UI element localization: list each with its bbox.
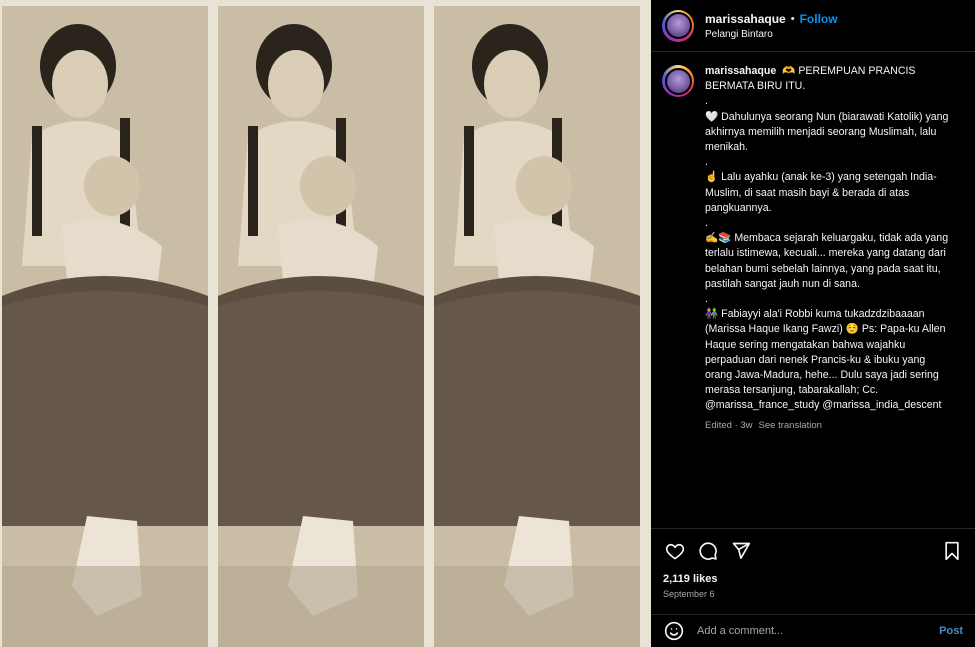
caption-body: marissahaque 🫶 PEREMPUAN PRANCIS BERMATA… bbox=[705, 64, 953, 530]
photo-panel-left bbox=[2, 6, 208, 647]
caption-line: ☝️ Lalu ayahku (anak ke-3) yang setengah… bbox=[705, 171, 937, 214]
avatar[interactable] bbox=[662, 9, 694, 42]
post-actions: 2,119 likes September 6 bbox=[651, 528, 975, 599]
comment-bar: Post bbox=[651, 614, 975, 647]
comment-input[interactable] bbox=[697, 625, 940, 637]
see-translation-link[interactable]: See translation bbox=[759, 420, 822, 431]
post-header: marissahaque • Follow Pelangi Bintaro bbox=[651, 0, 975, 52]
caption-avatar[interactable] bbox=[662, 65, 694, 97]
bookmark-icon[interactable] bbox=[941, 540, 963, 562]
caption-line: marissahaque 🫶 PEREMPUAN PRANCIS BERMATA… bbox=[705, 65, 919, 93]
caption-line: . bbox=[705, 293, 708, 306]
caption: marissahaque 🫶 PEREMPUAN PRANCIS BERMATA… bbox=[662, 64, 965, 530]
username-link[interactable]: marissahaque bbox=[705, 12, 786, 26]
emoji-icon[interactable] bbox=[663, 620, 685, 642]
share-icon[interactable] bbox=[730, 540, 752, 562]
photo-panel-right bbox=[434, 6, 640, 647]
like-count[interactable]: 2,119 likes bbox=[651, 573, 975, 585]
post-comment-button[interactable]: Post bbox=[939, 625, 963, 637]
post-date: September 6 bbox=[663, 589, 715, 599]
caption-meta: Edited · 3w See translation bbox=[705, 418, 953, 433]
post-sidebar: marissahaque • Follow Pelangi Bintaro ma… bbox=[651, 0, 975, 647]
caption-line: 👫 Fabiayyi ala'i Robbi kuma tukadzdzibaa… bbox=[705, 308, 949, 412]
photo-panel-middle bbox=[218, 6, 424, 647]
caption-line: 🤍 Dahulunya seorang Nun (biarawati Katol… bbox=[705, 110, 952, 154]
caption-line: ✍️📚 Membaca sejarah keluargaku, tidak ad… bbox=[705, 232, 952, 290]
caption-username[interactable]: marissahaque bbox=[705, 65, 776, 77]
comment-icon[interactable] bbox=[697, 540, 719, 562]
follow-button[interactable]: Follow bbox=[800, 12, 838, 26]
caption-line: . bbox=[705, 95, 708, 108]
edited-time: Edited · 3w bbox=[705, 419, 753, 431]
heart-icon[interactable] bbox=[664, 540, 686, 562]
caption-line: . bbox=[705, 156, 708, 169]
caption-line: . bbox=[705, 217, 708, 230]
location-link[interactable]: Pelangi Bintaro bbox=[705, 29, 838, 40]
separator-dot: • bbox=[790, 12, 795, 25]
post-image[interactable] bbox=[0, 0, 651, 647]
